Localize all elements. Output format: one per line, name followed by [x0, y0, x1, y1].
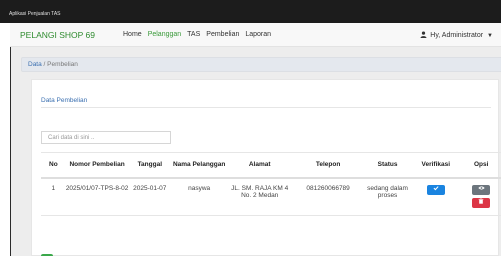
nav-item-pembelian[interactable]: Pembelian	[206, 31, 239, 38]
cell-status: sedang dalam proses	[364, 177, 412, 216]
window-titlebar: Aplikasi Penjualan TAS	[0, 0, 501, 23]
col-header-status: Status	[364, 152, 412, 179]
cell-no: 1	[41, 177, 66, 216]
table-header-row: No Nomor Pembelian Tanggal Nama Pelangga…	[41, 152, 501, 179]
eye-icon	[478, 185, 485, 190]
trash-icon	[478, 197, 484, 204]
breadcrumb-current: Pembelian	[47, 61, 78, 68]
col-header-telepon: Telepon	[292, 152, 364, 179]
user-icon	[420, 31, 427, 40]
caret-down-icon: ▼	[487, 32, 493, 39]
table-row: 1 2025/01/07-TPS-8-02 2025-01-07 nasywa …	[41, 177, 501, 216]
user-label: Hy, Administrator	[430, 32, 484, 39]
content-area: Data / Pembelian Data Pembelian Cari dat…	[10, 47, 501, 256]
col-header-nomor: Nomor Pembelian	[65, 152, 129, 179]
nav-item-pelanggan[interactable]: Pelanggan	[148, 31, 181, 38]
cell-nomor: 2025/01/07-TPS-8-02	[65, 177, 129, 216]
cell-nama: nasywa	[171, 177, 228, 216]
check-icon	[433, 185, 439, 190]
col-header-tanggal: Tanggal	[128, 152, 172, 179]
cell-tanggal: 2025-01-07	[128, 177, 172, 216]
breadcrumb-link-data[interactable]: Data	[28, 61, 42, 68]
col-header-no: No	[41, 152, 66, 179]
breadcrumb: Data / Pembelian	[21, 57, 501, 72]
cell-verifikasi	[411, 177, 461, 216]
cell-telepon: 081260066789	[292, 177, 364, 216]
cell-alamat: JL. SM. RAJA KM 4 No. 2 Medan	[227, 177, 293, 216]
top-navbar: PELANGI SHOP 69 Home Pelanggan TAS Pembe…	[10, 23, 501, 47]
cell-opsi	[460, 177, 501, 216]
search-input[interactable]: Cari data di sini ..	[41, 131, 171, 144]
panel-title: Data Pembelian	[41, 97, 88, 104]
nav-item-laporan[interactable]: Laporan	[245, 31, 271, 38]
col-header-nama: Nama Pelanggan	[171, 152, 228, 179]
nav-item-home[interactable]: Home	[123, 31, 142, 38]
view-button[interactable]	[472, 184, 491, 195]
nav-item-tas[interactable]: TAS	[187, 31, 200, 38]
col-header-verifikasi: Verifikasi	[411, 152, 461, 179]
panel-divider	[41, 107, 491, 108]
brand-logo[interactable]: PELANGI SHOP 69	[20, 30, 95, 40]
col-header-alamat: Alamat	[227, 152, 293, 179]
user-menu[interactable]: Hy, Administrator ▼	[420, 31, 493, 40]
purchase-table: No Nomor Pembelian Tanggal Nama Pelangga…	[41, 152, 501, 216]
delete-button[interactable]	[472, 197, 491, 208]
data-panel: Data Pembelian Cari data di sini .. No N…	[31, 79, 501, 256]
col-header-opsi: Opsi	[460, 152, 501, 179]
main-nav: Home Pelanggan TAS Pembelian Laporan	[123, 31, 277, 38]
verify-button[interactable]	[426, 184, 445, 195]
window-title: Aplikasi Penjualan TAS	[9, 11, 61, 17]
